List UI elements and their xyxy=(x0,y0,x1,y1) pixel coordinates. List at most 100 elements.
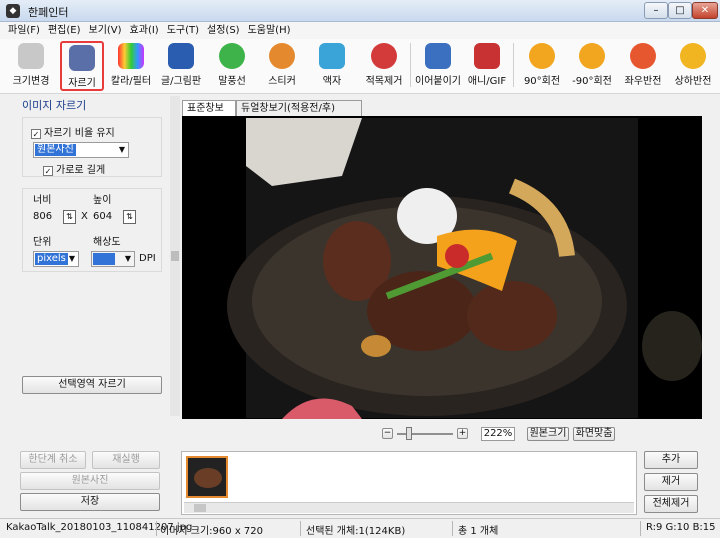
status-separator xyxy=(452,521,453,536)
toolbar-separator xyxy=(410,43,411,87)
unit-select-value: pixels xyxy=(35,253,68,265)
flip-horizontal-icon xyxy=(630,43,656,69)
tool-label: 스티커 xyxy=(268,76,296,87)
tool-text-draw[interactable]: 글/그림판 xyxy=(158,41,204,91)
tool-rotate-left[interactable]: -90°회전 xyxy=(570,41,614,91)
keep-ratio-checkbox[interactable]: ✓ 자르기 비율 유지 xyxy=(31,124,115,139)
toolbar: 크기변경 자르기 칼라/필터 글/그림판 말풍선 스티커 액자 적목제거 이어붙… xyxy=(0,39,720,94)
close-icon[interactable]: ✕ xyxy=(692,2,718,19)
checkbox-icon[interactable]: ✓ xyxy=(43,166,53,176)
tool-flip-horizontal[interactable]: 좌우반전 xyxy=(620,41,666,91)
status-separator xyxy=(300,521,301,536)
animation-icon xyxy=(474,43,500,69)
image-canvas[interactable] xyxy=(182,116,702,419)
sticker-icon xyxy=(269,43,295,69)
zoom-out-button[interactable]: − xyxy=(382,428,393,439)
menu-view[interactable]: 보기(V) xyxy=(85,22,126,39)
tool-frame[interactable]: 액자 xyxy=(312,41,352,91)
remove-all-button[interactable]: 전체제거 xyxy=(644,495,698,513)
status-separator xyxy=(640,521,641,536)
tool-color-filter[interactable]: 칼라/필터 xyxy=(108,41,154,91)
tool-speech-bubble[interactable]: 말풍선 xyxy=(212,41,252,91)
thumbnail-scrollbar[interactable] xyxy=(184,502,634,513)
menu-help[interactable]: 도움말(H) xyxy=(244,22,295,39)
remove-button[interactable]: 제거 xyxy=(644,473,698,491)
menu-effect[interactable]: 효과(I) xyxy=(126,22,163,39)
add-button[interactable]: 추가 xyxy=(644,451,698,469)
unit-label: 단위 xyxy=(33,237,52,248)
width-stepper-icon[interactable]: ⇅ xyxy=(63,210,76,224)
chevron-down-icon: ▼ xyxy=(124,254,131,263)
scroll-handle[interactable] xyxy=(194,504,206,512)
resolution-label: 해상도 xyxy=(93,237,121,248)
text-draw-icon xyxy=(168,43,194,69)
checkbox-icon[interactable]: ✓ xyxy=(31,129,41,139)
zoom-in-button[interactable]: + xyxy=(457,428,468,439)
tool-label: 이어붙이기 xyxy=(415,76,461,87)
thumbnail-image xyxy=(194,468,222,488)
tool-label: 자르기 xyxy=(68,78,96,89)
tab-standard-view[interactable]: 표준창보기 xyxy=(182,100,236,129)
zoom-level[interactable]: 222% xyxy=(481,427,515,441)
zoom-slider-handle[interactable] xyxy=(406,427,412,440)
height-stepper-icon[interactable]: ⇅ xyxy=(123,210,136,224)
ratio-select-value: 원본사진 xyxy=(35,144,76,156)
scroll-handle[interactable] xyxy=(171,251,179,261)
tool-rotate-right[interactable]: 90°회전 xyxy=(520,41,564,91)
landscape-checkbox[interactable]: ✓ 가로로 길게 xyxy=(43,161,105,176)
undo-button[interactable]: 한단계 취소 xyxy=(20,451,86,469)
restore-original-button[interactable]: 원본사진 xyxy=(20,472,160,490)
tool-label: 애니/GIF xyxy=(467,76,507,87)
menu-bar: 파일(F) 편집(E) 보기(V) 효과(I) 도구(T) 설정(S) 도움말(H) xyxy=(0,22,720,39)
times-label: X xyxy=(81,211,88,222)
rotate-right-icon xyxy=(529,43,555,69)
unit-select[interactable]: pixels ▼ xyxy=(33,251,79,267)
height-input[interactable]: 604 xyxy=(93,209,112,225)
menu-settings[interactable]: 설정(S) xyxy=(203,22,244,39)
speech-bubble-icon xyxy=(219,43,245,69)
tab-dual-view[interactable]: 듀얼창보기(적용전/후) xyxy=(236,100,362,116)
tool-red-eye[interactable]: 적목제거 xyxy=(360,41,408,91)
crop-icon xyxy=(69,45,95,71)
rotate-left-icon xyxy=(579,43,605,69)
title-bar: ◆ 한페인터 – □ ✕ xyxy=(0,0,720,22)
tool-resize[interactable]: 크기변경 xyxy=(8,41,54,91)
crop-selection-button[interactable]: 선택영역 자르기 xyxy=(22,376,162,394)
menu-edit[interactable]: 편집(E) xyxy=(44,22,85,39)
original-size-button[interactable]: 원본크기 xyxy=(527,427,569,441)
tool-label: 액자 xyxy=(322,76,342,87)
thumbnail-item[interactable] xyxy=(186,456,228,498)
photo-tomato xyxy=(445,244,469,268)
color-filter-icon xyxy=(118,43,144,69)
ratio-select[interactable]: 원본사진 ▼ xyxy=(33,142,129,158)
status-rgb: R:9 G:10 B:15 xyxy=(646,522,716,533)
width-input[interactable]: 806 xyxy=(33,209,52,225)
menu-tools[interactable]: 도구(T) xyxy=(163,22,203,39)
tool-sticker[interactable]: 스티커 xyxy=(262,41,302,91)
save-button[interactable]: 저장 xyxy=(20,493,160,511)
menu-file[interactable]: 파일(F) xyxy=(4,22,44,39)
tool-flip-vertical[interactable]: 상하반전 xyxy=(670,41,716,91)
photo-side-dish xyxy=(642,311,702,381)
panel-scrollbar[interactable] xyxy=(170,96,180,416)
chevron-down-icon: ▼ xyxy=(118,145,125,154)
maximize-icon[interactable]: □ xyxy=(668,2,692,19)
frame-icon xyxy=(319,43,345,69)
tool-crop[interactable]: 자르기 xyxy=(60,41,104,91)
height-label: 높이 xyxy=(93,195,112,206)
status-separator xyxy=(156,521,157,536)
dpi-label: DPI xyxy=(139,253,156,264)
tool-merge[interactable]: 이어붙이기 xyxy=(414,41,462,91)
redo-button[interactable]: 재실행 xyxy=(92,451,160,469)
tool-animation[interactable]: 애니/GIF xyxy=(466,41,508,91)
fit-screen-button[interactable]: 화면맞춤 xyxy=(573,427,615,441)
tool-label: 90°회전 xyxy=(523,76,561,87)
ratio-group: ✓ 자르기 비율 유지 원본사진 ▼ ✓ 가로로 길게 xyxy=(22,117,162,177)
tool-label: -90°회전 xyxy=(572,76,612,87)
resolution-select[interactable]: ▼ xyxy=(91,251,135,267)
photo-mushroom xyxy=(361,335,391,357)
resolution-select-value xyxy=(93,253,115,265)
minimize-icon[interactable]: – xyxy=(644,2,668,19)
merge-icon xyxy=(425,43,451,69)
tool-label: 크기변경 xyxy=(12,76,50,87)
